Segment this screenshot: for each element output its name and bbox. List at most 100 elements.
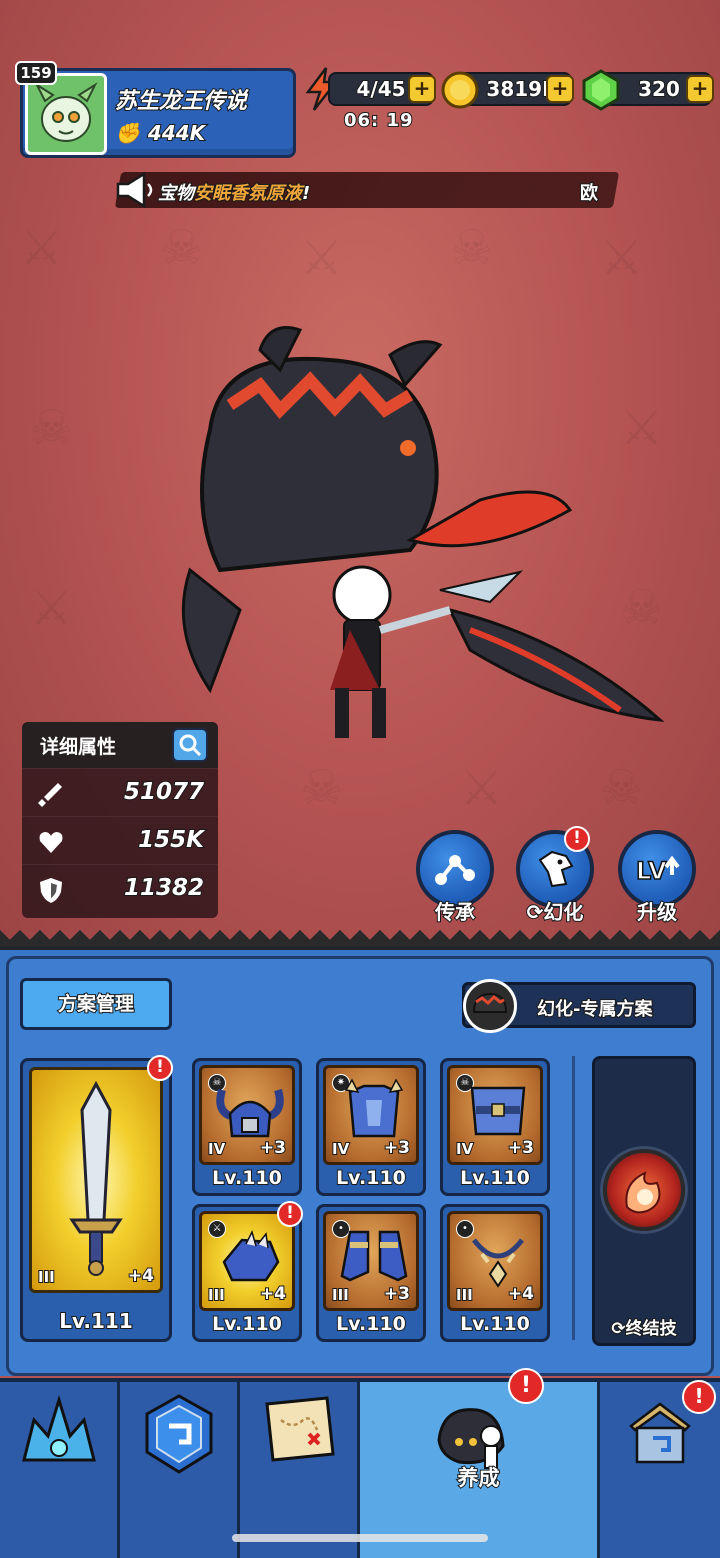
gear-plus: +3 — [383, 1137, 411, 1159]
stat-row-defense: 11382 — [22, 864, 218, 912]
level-up-icon: LV — [635, 855, 680, 886]
gear-frame: ⚔ III +4 — [199, 1211, 295, 1311]
nav-cultivate-label: 养成 — [457, 1465, 501, 1491]
gear-tier: IV — [207, 1139, 226, 1159]
add-gold-button[interactable]: + — [546, 75, 574, 103]
weapon-tier: III — [37, 1267, 56, 1287]
gear-plus: +4 — [507, 1283, 535, 1305]
announcement-trailing: 欧 — [579, 182, 599, 205]
energy-timer: 06: 19 — [343, 109, 414, 132]
upgrade-button[interactable]: LV 升级 — [614, 830, 700, 930]
transform-button[interactable]: ⟳幻化 ! — [512, 826, 598, 930]
gear-slot-armor[interactable]: ✷ IV +3 Lv.110 — [316, 1058, 426, 1196]
nav-tab-map[interactable] — [240, 1382, 360, 1558]
gear-frame: ✷ IV +3 — [323, 1065, 419, 1165]
gear-slot-helmet[interactable]: ☠ IV +3 Lv.110 — [192, 1058, 302, 1196]
search-icon — [179, 734, 202, 757]
inherit-button[interactable]: 传承 — [412, 830, 498, 930]
transform-alert-badge: ! — [564, 826, 590, 852]
chestplate-icon — [470, 1086, 526, 1136]
dragon-avatar-icon — [34, 82, 98, 142]
transform-label: ⟳幻化 — [526, 899, 585, 925]
weapon-slot[interactable]: III +4 Lv.111 ! — [20, 1055, 173, 1342]
player-power: 444K — [147, 120, 206, 146]
shadow-whale-pet — [181, 326, 665, 723]
plan-management-button[interactable]: 方案管理 — [20, 978, 172, 1030]
defense-value: 11382 — [123, 874, 205, 902]
gear-plus: +4 — [259, 1283, 287, 1305]
gear-tier: III — [455, 1285, 474, 1305]
finisher-skill-slot[interactable]: ⟳终结技 — [592, 1056, 696, 1346]
boots-icon — [340, 1230, 408, 1282]
player-name: 苏生龙王传说 — [114, 88, 248, 115]
nav-tab-shop[interactable]: ! — [600, 1380, 720, 1558]
gear-frame: ☠ IV +3 — [447, 1065, 543, 1165]
gear-level: Lv.110 — [335, 1312, 407, 1336]
gear-level: Lv.110 — [459, 1166, 531, 1190]
gear-slot-chest[interactable]: ☠ IV +3 Lv.110 — [440, 1058, 550, 1196]
fire-meteor-icon — [625, 1171, 661, 1214]
stat-row-hp: 155K — [22, 816, 218, 864]
fireball-icon — [603, 1149, 685, 1231]
announcement-highlight: 安眠香氛原液 — [193, 182, 303, 205]
announcement-suffix: ! — [301, 182, 311, 205]
gear-slot-gloves[interactable]: ⚔ III +4 Lv.110 ! — [192, 1201, 303, 1342]
finisher-label: ⟳终结技 — [610, 1318, 678, 1340]
heart-icon — [39, 832, 63, 853]
helmet-icon — [216, 1088, 284, 1138]
sword-icon — [38, 783, 62, 807]
cultivate-alert-badge: ! — [508, 1368, 544, 1404]
nav-tab-cultivate[interactable]: 养成 ! — [360, 1368, 600, 1558]
shop-alert-badge: ! — [682, 1380, 716, 1414]
player-level-badge: 159 — [15, 61, 57, 85]
gear-level: Lv.110 — [335, 1166, 407, 1190]
nav-tab-rune[interactable] — [120, 1382, 240, 1558]
stat-row-attack: 51077 — [22, 768, 218, 816]
attack-value: 51077 — [123, 778, 205, 806]
character-scene — [181, 326, 665, 738]
add-gems-button[interactable]: + — [686, 75, 714, 103]
exclusive-plan-button[interactable]: 幻化-专属方案 — [462, 979, 696, 1033]
stats-detail-button[interactable] — [172, 728, 208, 762]
gear-plus: +3 — [259, 1137, 287, 1159]
nav-tab-crystal[interactable] — [0, 1382, 120, 1558]
gauntlet-icon — [222, 1229, 280, 1282]
gear-tier: IV — [455, 1139, 474, 1159]
power-row: ✊ 444K — [114, 120, 206, 146]
gear-slot-boots[interactable]: • III +3 Lv.110 — [316, 1204, 426, 1342]
gear-frame: • III +4 — [447, 1211, 543, 1311]
green-gem-icon — [582, 69, 620, 111]
gear-frame: ☠ IV +3 — [199, 1065, 295, 1165]
whale-pet-icon — [472, 992, 508, 1013]
gloves-alert-badge: ! — [277, 1201, 303, 1227]
bottom-nav: 养成 ! ! — [0, 1368, 720, 1558]
hp-value: 155K — [137, 826, 205, 854]
sword-weapon-icon — [69, 1080, 123, 1276]
announcement-text: 宝物安眠香氛原液! — [157, 179, 311, 205]
weapon-plus: +4 — [127, 1265, 155, 1287]
gear-level: Lv.110 — [459, 1312, 531, 1336]
hexagon-rune-icon — [145, 1394, 212, 1474]
finisher-label-text: 终结技 — [625, 1318, 678, 1340]
gear-tier: IV — [331, 1139, 350, 1159]
player-card[interactable]: 159 苏生龙王传说 ✊ 444K — [15, 61, 296, 158]
transform-label-text: 幻化 — [542, 899, 584, 925]
svg-text:LV: LV — [636, 857, 667, 885]
gear-plus: +3 — [507, 1137, 535, 1159]
armor-icon — [344, 1078, 404, 1138]
gear-frame: • III +3 — [323, 1211, 419, 1311]
gear-tier: III — [207, 1285, 226, 1305]
announcement-prefix: 宝物 — [157, 182, 195, 205]
avatar[interactable] — [25, 73, 107, 155]
gear-level: Lv.110 — [211, 1166, 283, 1190]
upgrade-label: 升级 — [636, 899, 678, 925]
weapon-level: Lv.111 — [58, 1308, 134, 1334]
add-energy-button[interactable]: + — [408, 75, 436, 103]
shield-icon — [40, 878, 62, 903]
inherit-label: 传承 — [434, 899, 476, 925]
exclusive-plan-label: 幻化-专属方案 — [536, 998, 653, 1021]
gear-slot-necklace[interactable]: • III +4 Lv.110 — [440, 1204, 550, 1342]
stats-panel: 详细属性 51077 155K 11382 — [22, 722, 218, 918]
weapon-alert-badge: ! — [147, 1055, 173, 1081]
gold-coin-icon — [441, 71, 479, 109]
